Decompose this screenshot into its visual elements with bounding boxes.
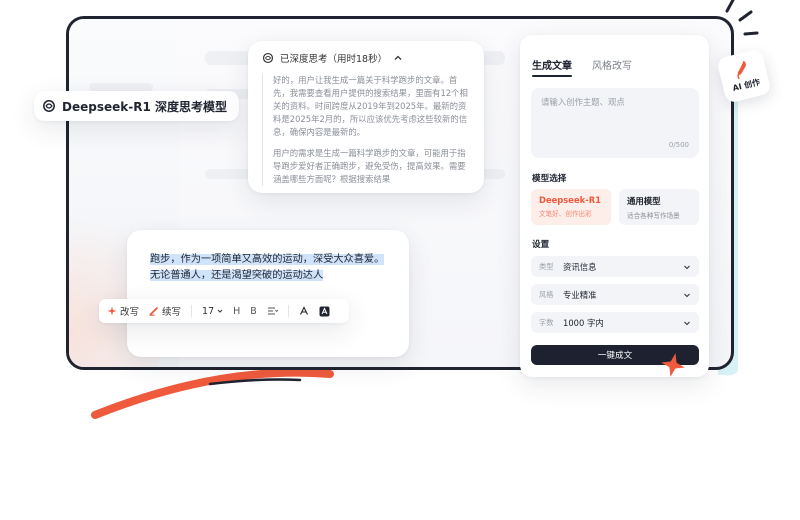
text-color-icon bbox=[299, 306, 308, 315]
format-toolbar: 改写 续写 17 H B bbox=[99, 299, 349, 323]
model-option-title: Deepseek-R1 bbox=[539, 195, 601, 205]
selected-text[interactable]: 跑步，作为一项简单又高效的运动，深受大众喜爱。无论普通人，还是渴望突破的运动达人 bbox=[150, 254, 385, 281]
thinking-card: 已深度思考（用时18秒） 好的，用户让我生成一篇关于科学跑步的文章。首先，我需要… bbox=[248, 41, 484, 193]
chevron-down-icon bbox=[217, 309, 223, 313]
model-option-title: 通用模型 bbox=[627, 196, 661, 206]
bold-icon: B bbox=[250, 305, 257, 317]
select-value: 资讯信息 bbox=[563, 261, 597, 272]
sparkle-icon bbox=[107, 306, 117, 316]
align-button[interactable] bbox=[267, 306, 278, 316]
deepseek-logo-icon bbox=[262, 52, 274, 64]
select-value: 1000 字内 bbox=[563, 317, 604, 328]
type-select[interactable]: 类型 资讯信息 bbox=[531, 256, 699, 277]
model-option-deepseek[interactable]: Deepseek-R1 文笔好、创作出彩 bbox=[531, 189, 611, 225]
tab-style-rewrite[interactable]: 风格改写 bbox=[592, 57, 632, 77]
rewrite-label: 改写 bbox=[120, 307, 140, 318]
model-section-label: 模型选择 bbox=[532, 174, 567, 184]
highlight-button[interactable] bbox=[319, 306, 330, 317]
heading-button[interactable]: H bbox=[233, 306, 240, 317]
font-size-select[interactable]: 17 bbox=[202, 306, 223, 317]
select-key: 风格 bbox=[539, 289, 554, 299]
model-chip-label: Deepseek-R1 深度思考模型 bbox=[62, 99, 227, 114]
continue-writing-button[interactable]: 续写 bbox=[149, 304, 181, 318]
settings-section-label: 设置 bbox=[532, 240, 550, 250]
chevron-up-icon[interactable] bbox=[393, 53, 403, 63]
chevron-down-icon bbox=[684, 293, 690, 297]
word-count-select[interactable]: 字数 1000 字内 bbox=[531, 312, 699, 333]
select-key: 类型 bbox=[539, 261, 554, 271]
thinking-header-label: 已深度思考（用时18秒） bbox=[280, 54, 388, 65]
chevron-down-icon bbox=[684, 321, 690, 325]
brush-icon bbox=[737, 60, 746, 80]
thinking-paragraph: 好的，用户让我生成一篇关于科学跑步的文章。首先，我需要查看用户提供的搜索结果，里… bbox=[273, 75, 468, 137]
thinking-paragraph: 用户的需求是生成一篇科学跑步的文章，可能用于指导跑步爱好者正确跑步，避免受伤，提… bbox=[273, 148, 466, 184]
heading-icon: H bbox=[233, 305, 241, 317]
thinking-body: 好的，用户让我生成一篇关于科学跑步的文章。首先，我需要查看用户提供的搜索结果，里… bbox=[262, 74, 470, 186]
generation-panel: 生成文章 风格改写 0/500 模型选择 Deepseek-R1 文笔好、创作出… bbox=[520, 35, 709, 377]
select-value: 专业精准 bbox=[563, 289, 597, 300]
continue-writing-label: 续写 bbox=[162, 307, 182, 318]
align-left-icon bbox=[267, 307, 278, 315]
pen-icon bbox=[149, 307, 158, 316]
font-size-value: 17 bbox=[202, 305, 215, 317]
model-option-desc: 文笔好、创作出彩 bbox=[539, 210, 592, 218]
tab-generate-article[interactable]: 生成文章 bbox=[532, 57, 572, 77]
deepseek-logo-icon bbox=[43, 100, 55, 112]
character-count: 0/500 bbox=[668, 141, 689, 149]
editor-card[interactable]: 跑步，作为一项简单又高效的运动，深受大众喜爱。无论普通人，还是渴望突破的运动达人 bbox=[127, 230, 409, 357]
toolbar-divider bbox=[191, 305, 193, 317]
style-select[interactable]: 风格 专业精准 bbox=[531, 284, 699, 305]
editor-content[interactable]: 跑步，作为一项简单又高效的运动，深受大众喜爱。无论普通人，还是渴望突破的运动达人 bbox=[150, 252, 390, 284]
select-key: 字数 bbox=[539, 317, 554, 327]
chevron-down-icon bbox=[684, 265, 690, 269]
model-option-general[interactable]: 通用模型 适合各种写作场景 bbox=[619, 189, 699, 225]
highlight-icon bbox=[319, 306, 330, 316]
model-chip[interactable]: Deepseek-R1 深度思考模型 bbox=[34, 91, 239, 121]
rewrite-button[interactable]: 改写 bbox=[107, 304, 139, 318]
text-color-button[interactable] bbox=[299, 306, 309, 316]
sparkle-icon bbox=[661, 353, 685, 377]
ai-badge-label: AI 创作 bbox=[731, 77, 761, 93]
panel-tabs: 生成文章 风格改写 bbox=[532, 57, 632, 77]
toolbar-divider bbox=[287, 305, 289, 317]
model-option-desc: 适合各种写作场景 bbox=[627, 212, 680, 220]
thinking-header[interactable]: 已深度思考（用时18秒） bbox=[262, 51, 470, 65]
bold-button[interactable]: B bbox=[250, 306, 257, 317]
